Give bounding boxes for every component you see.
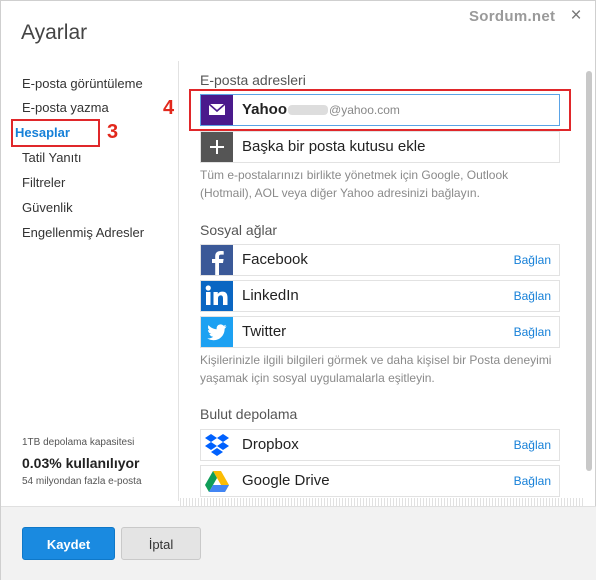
- save-button[interactable]: Kaydet: [22, 527, 115, 560]
- google-drive-icon: [201, 466, 233, 496]
- sidebar-item-blocked-addresses[interactable]: Engellenmiş Adresler: [22, 223, 144, 243]
- add-mailbox-row[interactable]: Başka bir posta kutusu ekle: [200, 131, 560, 163]
- sidebar-item-filters[interactable]: Filtreler: [22, 173, 65, 193]
- facebook-connect-link[interactable]: Bağlan: [514, 245, 551, 275]
- linkedin-label: LinkedIn: [242, 287, 299, 304]
- storage-email-count: 54 milyondan fazla e-posta: [22, 476, 142, 487]
- storage-usage: 0.03% kullanılıyor: [22, 455, 140, 471]
- content-fade-edge: [180, 498, 584, 506]
- google-drive-connect-link[interactable]: Bağlan: [514, 466, 551, 496]
- add-mailbox-label: Başka bir posta kutusu ekle: [242, 138, 426, 155]
- sidebar-item-email-compose[interactable]: E-posta yazma: [22, 98, 109, 118]
- twitter-icon: [201, 317, 233, 347]
- dialog-footer: Kaydet İptal: [1, 506, 596, 580]
- facebook-label: Facebook: [242, 251, 308, 268]
- google-drive-row: Google Drive Bağlan: [200, 465, 560, 497]
- sidebar-item-vacation-reply[interactable]: Tatil Yanıtı: [22, 148, 82, 168]
- dropbox-label: Dropbox: [242, 436, 299, 453]
- google-drive-label: Google Drive: [242, 472, 330, 489]
- close-icon[interactable]: ×: [567, 5, 585, 27]
- sidebar-item-security[interactable]: Güvenlik: [22, 198, 73, 218]
- cancel-button[interactable]: İptal: [121, 527, 201, 560]
- facebook-row: Facebook Bağlan: [200, 244, 560, 276]
- dialog-title: Ayarlar: [21, 21, 88, 44]
- dialog-header: Ayarlar Sordum.net ×: [1, 1, 596, 61]
- accounts-highlight-box: [11, 119, 100, 147]
- social-section-title: Sosyal ağlar: [200, 222, 278, 238]
- linkedin-icon: [201, 281, 233, 311]
- cloud-section-title: Bulut depolama: [200, 406, 298, 422]
- annotation-number-4: 4: [163, 97, 175, 119]
- sidebar-item-email-view[interactable]: E-posta görüntüleme: [22, 74, 143, 94]
- twitter-row: Twitter Bağlan: [200, 316, 560, 348]
- twitter-connect-link[interactable]: Bağlan: [514, 317, 551, 347]
- email-section-description: Tüm e-postalarınızı birlikte yönetmek iç…: [200, 168, 509, 200]
- settings-dialog: Ayarlar Sordum.net × E-posta görüntüleme…: [0, 0, 596, 580]
- facebook-icon: [201, 245, 233, 275]
- plus-icon: [201, 132, 233, 162]
- dropbox-connect-link[interactable]: Bağlan: [514, 430, 551, 460]
- annotation-number-3: 3: [107, 121, 119, 143]
- brand-watermark: Sordum.net: [469, 8, 556, 25]
- yahoo-highlight-box: [189, 89, 571, 131]
- dropbox-icon: [201, 430, 233, 460]
- storage-info: 1TB depolama kapasitesi 0.03% kullanılıy…: [22, 436, 172, 488]
- twitter-label: Twitter: [242, 323, 287, 340]
- linkedin-row: LinkedIn Bağlan: [200, 280, 560, 312]
- dropbox-row: Dropbox Bağlan: [200, 429, 560, 461]
- social-section-description: Kişilerinizle ilgili bilgileri görmek ve…: [200, 353, 552, 385]
- linkedin-connect-link[interactable]: Bağlan: [514, 281, 551, 311]
- storage-capacity: 1TB depolama kapasitesi: [22, 437, 135, 448]
- content-scrollbar[interactable]: [584, 61, 594, 501]
- email-section-title: E-posta adresleri: [200, 72, 306, 88]
- scrollbar-thumb[interactable]: [586, 71, 592, 471]
